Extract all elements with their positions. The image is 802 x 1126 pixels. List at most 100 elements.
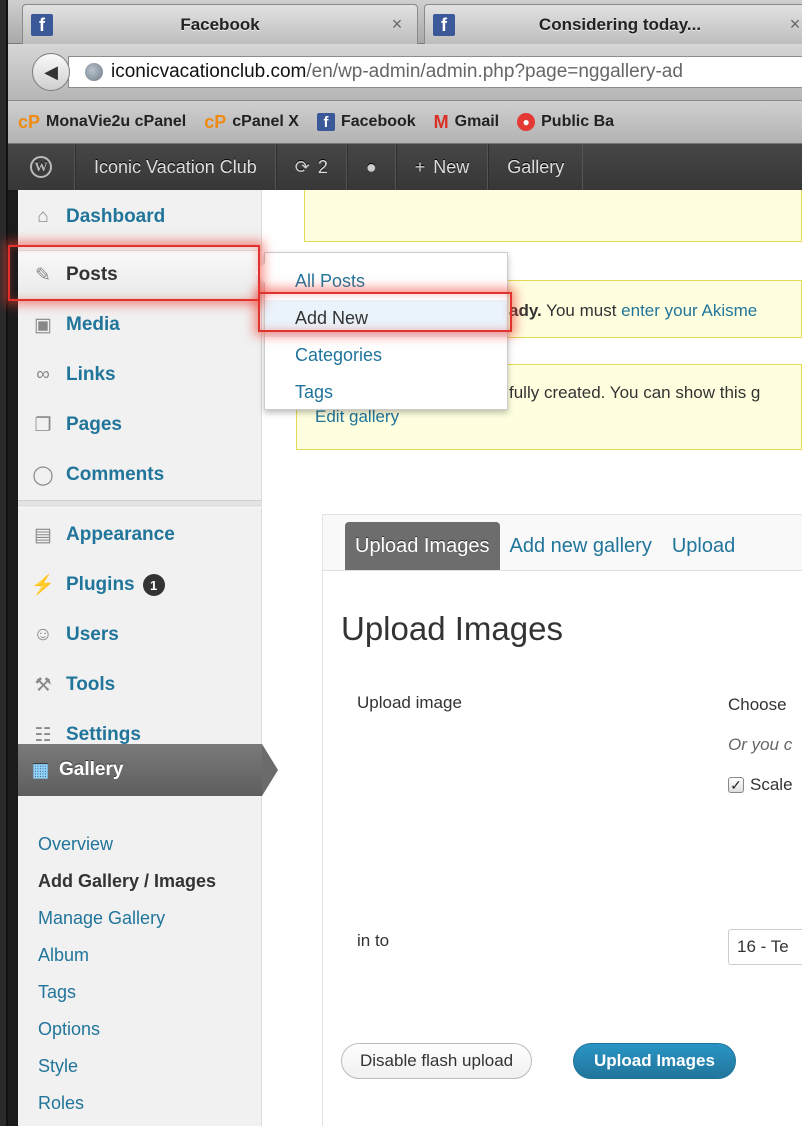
akismet-notice-text: You must	[541, 301, 622, 320]
sidebar-item-label: Gallery	[59, 759, 124, 780]
gmail-icon: M	[433, 111, 449, 132]
updates-count: 2	[317, 156, 328, 177]
sidebar-item-gallery[interactable]: ▦ Gallery	[18, 744, 278, 796]
bookmark-label: MonaVie2u cPanel	[46, 113, 187, 130]
gallery-admin-menu[interactable]: Gallery	[488, 144, 584, 190]
sidebar-item-posts[interactable]: ✎ Posts	[18, 250, 262, 300]
sidebar-item-pages[interactable]: ❐ Pages	[18, 400, 262, 450]
akismet-key-link[interactable]: enter your Akisme	[621, 301, 757, 320]
submenu-add-gallery-images[interactable]: Add Gallery / Images	[38, 863, 216, 900]
submenu-options[interactable]: Options	[38, 1011, 216, 1048]
tab-label: Facebook	[180, 14, 260, 34]
window-edge	[0, 0, 8, 1126]
sidebar-item-users[interactable]: ☺ Users	[18, 610, 262, 660]
bookmark-cpanel-x[interactable]: cP cPanel X	[204, 112, 299, 133]
link-icon: ∞	[36, 364, 50, 385]
wp-admin-bar: W Iconic Vacation Club ⟳ 2 ● + New Galle…	[8, 144, 802, 190]
submenu-album[interactable]: Album	[38, 937, 216, 974]
upload-images-button[interactable]: Upload Images	[573, 1043, 736, 1079]
submenu-style[interactable]: Style	[38, 1048, 216, 1085]
appearance-icon: ▤	[34, 524, 52, 546]
plus-icon: +	[414, 156, 426, 177]
updates-menu[interactable]: ⟳ 2	[275, 144, 347, 190]
sidebar-item-appearance[interactable]: ▤ Appearance	[18, 510, 262, 560]
submenu-overview[interactable]: Overview	[38, 826, 216, 863]
media-icon: ▣	[34, 314, 52, 336]
tab-label: Considering today...	[538, 14, 702, 34]
sidebar-item-label: Dashboard	[66, 206, 166, 227]
facebook-icon: f	[316, 113, 335, 131]
bookmark-gmail[interactable]: M Gmail	[434, 112, 499, 133]
back-button[interactable]: ◀	[32, 53, 70, 91]
bookmark-monavie-cpanel[interactable]: cP MonaVie2u cPanel	[18, 112, 186, 133]
bookmark-facebook[interactable]: f Facebook	[316, 113, 416, 131]
submenu-roles[interactable]: Roles	[38, 1085, 216, 1122]
new-content-menu[interactable]: + New	[395, 144, 489, 190]
sidebar-item-label: Media	[66, 314, 120, 335]
flyout-tags[interactable]: Tags	[265, 374, 507, 411]
notice-top	[304, 190, 802, 242]
sidebar-item-tools[interactable]: ⚒ Tools	[18, 660, 262, 710]
browser-window: f Facebook × f Considering today... × ic…	[0, 0, 802, 1126]
scale-option[interactable]: ✓ Scale	[728, 775, 793, 795]
flyout-categories[interactable]: Categories	[265, 337, 507, 374]
sidebar-item-media[interactable]: ▣ Media	[18, 300, 262, 350]
bookmark-label: cPanel X	[232, 113, 299, 130]
back-arrow-icon: ◀	[44, 61, 58, 82]
bookmark-label: Facebook	[340, 113, 416, 130]
wp-logo-menu[interactable]: W	[8, 144, 75, 190]
sidebar-item-links[interactable]: ∞ Links	[18, 350, 262, 400]
upload-image-label: Upload image	[357, 693, 462, 712]
or-hint-text: Or you c	[728, 735, 793, 754]
posts-flyout-menu: All Posts Add New Categories Tags	[255, 252, 508, 411]
sidebar-item-label: Posts	[66, 264, 118, 285]
choose-files-text[interactable]: Choose	[728, 695, 787, 715]
comment-icon: ◯	[32, 464, 54, 486]
sidebar-item-label: Tools	[66, 674, 116, 695]
submenu-manage-gallery[interactable]: Manage Gallery	[38, 900, 216, 937]
into-label: in to	[357, 931, 390, 950]
comments-menu[interactable]: ●	[346, 144, 396, 190]
address-toolbar: iconicvacationclub.com/en/wp-admin/admin…	[8, 44, 802, 101]
flyout-all-posts[interactable]: All Posts	[265, 263, 507, 300]
close-icon[interactable]: ×	[387, 14, 407, 35]
sidebar-item-dashboard[interactable]: ⌂ Dashboard	[18, 192, 262, 242]
scale-checkbox[interactable]: ✓	[728, 777, 744, 793]
flyout-add-new[interactable]: Add New	[265, 300, 507, 337]
cpanel-icon: cP	[204, 111, 227, 132]
submenu-tags[interactable]: Tags	[38, 974, 216, 1011]
facebook-icon: f	[433, 13, 455, 36]
bookmark-public-bank[interactable]: ● Public Ba	[517, 113, 614, 131]
url-field[interactable]: iconicvacationclub.com/en/wp-admin/admin…	[68, 56, 802, 88]
facebook-icon: f	[31, 13, 53, 36]
tools-icon: ⚒	[34, 674, 52, 696]
gallery-select[interactable]: 16 - Te	[728, 929, 802, 965]
disable-flash-upload-button[interactable]: Disable flash upload	[341, 1043, 533, 1079]
public-bank-icon: ●	[517, 113, 536, 131]
tab-facebook[interactable]: f Facebook ×	[22, 4, 418, 44]
close-icon[interactable]: ×	[785, 14, 802, 35]
globe-icon	[85, 63, 103, 81]
gallery-submenu: Overview Add Gallery / Images Manage Gal…	[38, 826, 216, 1122]
gallery-icon: ▦	[32, 759, 50, 780]
upload-tabs: Upload Images Add new gallery Upload	[323, 515, 802, 571]
sidebar-item-label: Appearance	[66, 524, 175, 545]
menu-separator	[18, 500, 262, 508]
tab-bar: f Facebook × f Considering today... ×	[8, 0, 802, 44]
sidebar-item-label: Settings	[66, 724, 141, 745]
akismet-notice-bold: ady.	[509, 301, 542, 320]
sidebar-item-label: Pages	[66, 414, 122, 435]
sidebar-item-comments[interactable]: ◯ Comments	[18, 450, 262, 500]
site-name-menu[interactable]: Iconic Vacation Club	[75, 144, 276, 190]
tab-considering-today[interactable]: f Considering today... ×	[424, 4, 802, 44]
sidebar-item-label: Users	[66, 624, 119, 645]
tab-upload-images[interactable]: Upload Images	[345, 522, 500, 570]
users-icon: ☺	[33, 624, 53, 645]
wordpress-logo-icon: W	[30, 156, 52, 178]
tab-add-new-gallery[interactable]: Add new gallery	[500, 522, 662, 570]
tab-upload[interactable]: Upload	[662, 522, 745, 570]
new-label: New	[433, 156, 470, 177]
sidebar-item-label: Links	[66, 364, 116, 385]
sidebar-item-plugins[interactable]: ⚡ Plugins 1	[18, 560, 262, 610]
plugin-icon: ⚡	[31, 575, 55, 596]
